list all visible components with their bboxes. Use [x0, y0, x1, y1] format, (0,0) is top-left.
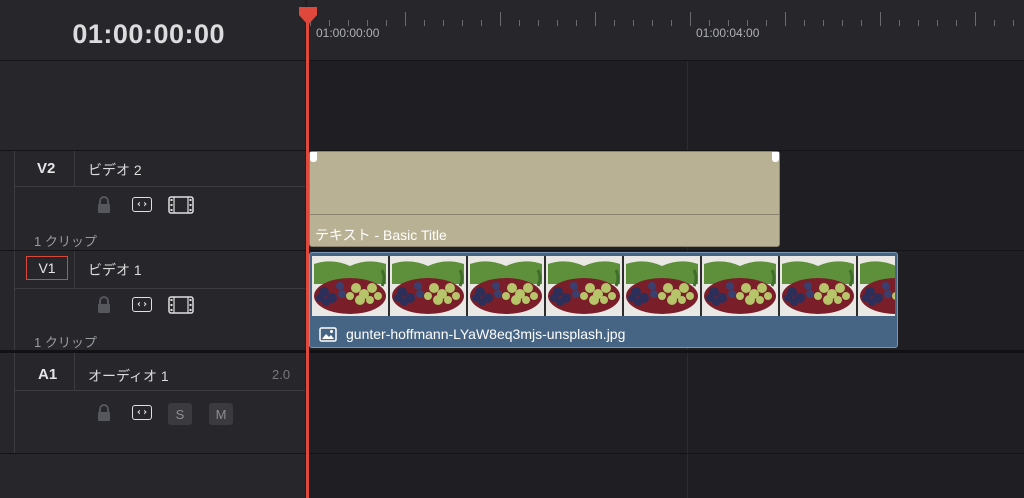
- track-row-divider: [14, 390, 305, 391]
- film-icon[interactable]: [168, 196, 194, 214]
- clip-thumbnails: [312, 256, 895, 316]
- playhead-marker-icon[interactable]: [297, 5, 319, 27]
- ruler-tick: [671, 20, 672, 26]
- ruler-tick: [994, 20, 995, 26]
- clip-count-v1: 1 クリップ: [34, 335, 97, 350]
- track-row-divider: [14, 186, 305, 187]
- video-clip-label: gunter-hoffmann-LYaW8eq3mjs-unsplash.jpg: [346, 326, 626, 342]
- ruler-tick: [861, 20, 862, 26]
- clip-thumbnail: [468, 256, 544, 316]
- mute-button[interactable]: M: [209, 403, 233, 425]
- ruler-ticks: [307, 8, 1024, 26]
- track-target-v1[interactable]: V1: [26, 256, 68, 280]
- ruler-tick: [918, 20, 919, 26]
- ruler-tick: [880, 12, 881, 26]
- solo-button[interactable]: S: [168, 403, 192, 425]
- clip-thumbnail: [624, 256, 700, 316]
- track-id-a1[interactable]: A1: [38, 366, 57, 383]
- lock-icon[interactable]: [96, 404, 112, 422]
- ruler-tick: [842, 20, 843, 26]
- audio-channels: 2.0: [272, 367, 291, 382]
- ruler-tick: [899, 20, 900, 26]
- ruler-tick: [956, 20, 957, 26]
- empty-footer-area: [0, 454, 305, 498]
- track-row-divider: [14, 288, 305, 289]
- film-icon[interactable]: [168, 296, 194, 314]
- ruler-tick: [804, 20, 805, 26]
- ruler-tick: [481, 20, 482, 26]
- ruler-tick: [595, 12, 596, 26]
- ruler-tick: [443, 20, 444, 26]
- ruler-tick: [766, 20, 767, 26]
- ruler-tick: [405, 12, 406, 26]
- track-col-divider: [74, 251, 75, 288]
- ruler-tick: [538, 20, 539, 26]
- ruler-tick: [975, 12, 976, 26]
- current-timecode[interactable]: 01:00:00:00: [72, 19, 225, 50]
- track-edge: [14, 151, 15, 250]
- clip-thumbnail: [390, 256, 466, 316]
- ruler-tick: [519, 20, 520, 26]
- track-name-a1[interactable]: オーディオ 1: [88, 366, 169, 386]
- auto-select-icon[interactable]: ‹›: [132, 297, 152, 312]
- track-edge: [14, 353, 15, 453]
- video-clip[interactable]: gunter-hoffmann-LYaW8eq3mjs-unsplash.jpg: [309, 252, 898, 348]
- ruler-tick: [633, 20, 634, 26]
- ruler-mark-1: 01:00:04:00: [696, 26, 760, 40]
- clip-thumbnail: [858, 256, 895, 316]
- ruler-tick: [557, 20, 558, 26]
- track-col-divider: [74, 151, 75, 186]
- clip-trim-handle-right[interactable]: [772, 152, 779, 162]
- lock-icon[interactable]: [96, 196, 112, 214]
- ruler-tick: [785, 12, 786, 26]
- ruler-tick: [576, 20, 577, 26]
- ruler-mark-0: 01:00:00:00: [316, 26, 380, 40]
- lock-icon[interactable]: [96, 296, 112, 314]
- track-name-v1[interactable]: ビデオ 1: [88, 260, 142, 280]
- clip-trim-handle-left[interactable]: [310, 152, 317, 162]
- clip-thumbnail: [312, 256, 388, 316]
- title-clip[interactable]: テキスト - Basic Title: [309, 151, 780, 247]
- ruler-tick: [1013, 20, 1014, 26]
- playhead[interactable]: [306, 16, 309, 498]
- clip-count-v2: 1 クリップ: [34, 234, 97, 249]
- clip-separator: [310, 214, 779, 215]
- track-id-v2[interactable]: V2: [37, 160, 55, 177]
- clip-thumbnail: [546, 256, 622, 316]
- track-id-v1: V1: [38, 260, 56, 276]
- auto-select-icon[interactable]: ‹›: [132, 405, 152, 420]
- auto-select-icon[interactable]: ‹›: [132, 197, 152, 212]
- track-name-v2[interactable]: ビデオ 2: [88, 160, 142, 180]
- title-clip-label: テキスト - Basic Title: [315, 227, 447, 243]
- track-edge: [14, 251, 15, 350]
- timeline-ruler[interactable]: 01:00:00:00 01:00:04:00: [307, 0, 1024, 61]
- ruler-tick: [614, 20, 615, 26]
- empty-header-area: [0, 61, 305, 150]
- clip-thumbnail: [702, 256, 778, 316]
- ruler-tick: [424, 20, 425, 26]
- ruler-tick: [823, 20, 824, 26]
- track-col-divider: [74, 353, 75, 390]
- ruler-tick: [690, 12, 691, 26]
- ruler-tick: [462, 20, 463, 26]
- ruler-tick: [386, 20, 387, 26]
- timecode-panel: 01:00:00:00: [0, 0, 305, 61]
- ruler-tick: [652, 20, 653, 26]
- ruler-tick: [937, 20, 938, 26]
- clip-thumbnail: [780, 256, 856, 316]
- image-icon: [319, 327, 337, 342]
- ruler-tick: [500, 12, 501, 26]
